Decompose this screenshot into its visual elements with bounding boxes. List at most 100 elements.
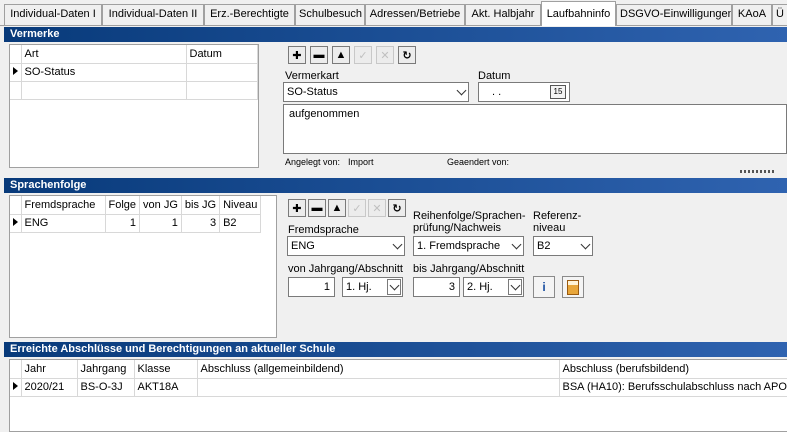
reihenfolge-select[interactable]: 1. Fremdsprache — [413, 236, 524, 256]
referenz-label-2: niveau — [533, 222, 566, 234]
bis-abschnitt-select[interactable]: 2. Hj. — [463, 277, 524, 297]
abschluesse-grid-header-row: Jahr Jahrgang Klasse Abschluss (allgemei… — [10, 360, 787, 379]
tab-4[interactable]: Schulbesuch — [295, 4, 365, 25]
referenz-label-1: Referenz- — [533, 210, 582, 222]
fremdsprache-value: ENG — [291, 240, 315, 252]
tab-2[interactable]: Individual-Daten II — [102, 4, 204, 25]
cell-folge[interactable]: 1 — [105, 214, 141, 233]
chevron-down-icon[interactable] — [392, 240, 402, 252]
bis-jahrgang-label: bis Jahrgang/Abschnitt — [413, 263, 525, 275]
chevron-down-icon[interactable] — [511, 240, 521, 252]
tab-baseline — [0, 25, 787, 26]
reihenfolge-label-1: Reihenfolge/Sprachen- — [413, 210, 526, 222]
splitter-grip[interactable] — [740, 170, 776, 173]
calendar-icon[interactable]: 15 — [550, 85, 566, 99]
chevron-down-icon[interactable] — [580, 240, 590, 252]
tab-6[interactable]: Akt. Halbjahr — [465, 4, 541, 25]
tab-7[interactable]: Laufbahninfo — [541, 1, 616, 26]
col-header-fremdsprache[interactable]: Fremdsprache — [21, 196, 106, 215]
info-button[interactable]: i — [533, 276, 555, 298]
reihenfolge-label-2: prüfung/Nachweis — [413, 222, 502, 234]
fremdsprache-select[interactable]: ENG — [287, 236, 405, 256]
table-row-empty — [10, 81, 258, 100]
sprachenfolge-grid-header-row: Fremdsprache Folge von JG bis JG Niveau — [10, 196, 262, 215]
row-pointer-icon — [12, 382, 18, 390]
referenz-select[interactable]: B2 — [533, 236, 593, 256]
cell-abschluss-allgemein[interactable] — [197, 378, 560, 397]
edit-disabled-icon: ✓ — [354, 46, 372, 64]
cell-bis-jg[interactable]: 3 — [181, 214, 221, 233]
refresh-icon[interactable]: ↻ — [388, 199, 406, 217]
cancel-disabled-icon: ✕ — [376, 46, 394, 64]
refresh-icon[interactable]: ↻ — [398, 46, 416, 64]
vermerke-grid[interactable]: Art Datum SO-Status — [9, 44, 259, 168]
delete-icon[interactable]: ▬ — [310, 46, 328, 64]
col-header-datum[interactable]: Datum — [186, 45, 258, 64]
table-row[interactable]: SO-Status — [10, 63, 258, 82]
vermerk-memo[interactable]: aufgenommen — [283, 104, 787, 154]
add-icon[interactable]: ✚ — [288, 199, 306, 217]
table-row[interactable]: ENG 1 1 3 B2 — [10, 214, 262, 233]
sprachenfolge-toolbar: ✚ ▬ ▲ ✓ ✕ ↻ — [288, 199, 418, 219]
cell-art[interactable]: SO-Status — [21, 63, 187, 82]
row-indicator — [10, 63, 22, 82]
reihenfolge-value: 1. Fremdsprache — [417, 240, 501, 252]
cell-niveau[interactable]: B2 — [219, 214, 262, 233]
tab-10[interactable]: Ü — [772, 4, 787, 25]
angelegt-label: Angelegt von: — [285, 157, 341, 167]
sprachenfolge-grid[interactable]: Fremdsprache Folge von JG bis JG Niveau … — [9, 195, 277, 338]
tab-9[interactable]: KAoA — [732, 4, 772, 25]
calculator-button[interactable] — [562, 276, 584, 298]
vermerke-toolbar: ✚ ▬ ▲ ✓ ✕ ↻ — [288, 46, 418, 66]
datum-field[interactable]: . . 15 — [478, 82, 570, 102]
cell-datum[interactable] — [186, 63, 258, 82]
cell-abschluss-beruf[interactable]: BSA (HA10): Berufsschulabschluss nach AP… — [559, 378, 787, 397]
info-icon: i — [542, 280, 546, 294]
col-header-folge[interactable]: Folge — [105, 196, 141, 215]
von-jahrgang-input[interactable]: 1 — [288, 277, 335, 297]
datum-label: Datum — [478, 70, 511, 82]
cell-fremdsprache[interactable]: ENG — [21, 214, 106, 233]
geaendert-label: Geaendert von: — [447, 157, 510, 167]
col-header-von-jg[interactable]: von JG — [139, 196, 182, 215]
vermerkart-label: Vermerkart — [285, 70, 339, 82]
referenz-value: B2 — [537, 240, 551, 252]
bis-jahrgang-input[interactable]: 3 — [413, 277, 460, 297]
table-row[interactable]: 2020/21 BS-O-3J AKT18A BSA (HA10): Beruf… — [10, 378, 787, 397]
col-header-niveau[interactable]: Niveau — [219, 196, 262, 215]
tab-5[interactable]: Adressen/Betriebe — [365, 4, 465, 25]
row-indicator-header — [10, 45, 22, 64]
von-jahrgang-label: von Jahrgang/Abschnitt — [288, 263, 403, 275]
delete-icon[interactable]: ▬ — [308, 199, 326, 217]
angelegt-value: Import — [348, 157, 374, 167]
tab-3[interactable]: Erz.-Berechtigte — [204, 4, 295, 25]
post-icon[interactable]: ▲ — [332, 46, 350, 64]
post-icon[interactable]: ▲ — [328, 199, 346, 217]
col-header-jahrgang[interactable]: Jahrgang — [77, 360, 135, 379]
abschluesse-grid[interactable]: Jahr Jahrgang Klasse Abschluss (allgemei… — [9, 359, 787, 432]
von-abschnitt-select[interactable]: 1. Hj. — [342, 277, 403, 297]
col-header-jahr[interactable]: Jahr — [21, 360, 78, 379]
tab-1[interactable]: Individual-Daten I — [4, 4, 102, 25]
cancel-disabled-icon: ✕ — [368, 199, 386, 217]
add-icon[interactable]: ✚ — [288, 46, 306, 64]
tab-8[interactable]: DSGVO-Einwilligungen — [616, 4, 732, 25]
cell-von-jg[interactable]: 1 — [139, 214, 182, 233]
row-pointer-icon — [12, 67, 18, 75]
col-header-abschluss-beruf[interactable]: Abschluss (berufsbildend) — [559, 360, 787, 379]
cell-jahr[interactable]: 2020/21 — [21, 378, 78, 397]
chevron-down-icon[interactable] — [387, 279, 401, 295]
edit-disabled-icon: ✓ — [348, 199, 366, 217]
vermerkart-select[interactable]: SO-Status — [283, 82, 469, 102]
cell-jahrgang[interactable]: BS-O-3J — [77, 378, 135, 397]
col-header-abschluss-allgemein[interactable]: Abschluss (allgemeinbildend) — [197, 360, 560, 379]
cell-klasse[interactable]: AKT18A — [134, 378, 198, 397]
chevron-down-icon[interactable] — [508, 279, 522, 295]
vermerkart-value: SO-Status — [287, 86, 338, 98]
chevron-down-icon[interactable] — [456, 86, 466, 98]
vermerke-header: Vermerke — [4, 27, 787, 42]
row-pointer-icon — [12, 218, 18, 226]
col-header-klasse[interactable]: Klasse — [134, 360, 198, 379]
col-header-art[interactable]: Art — [21, 45, 187, 64]
col-header-bis-jg[interactable]: bis JG — [181, 196, 221, 215]
